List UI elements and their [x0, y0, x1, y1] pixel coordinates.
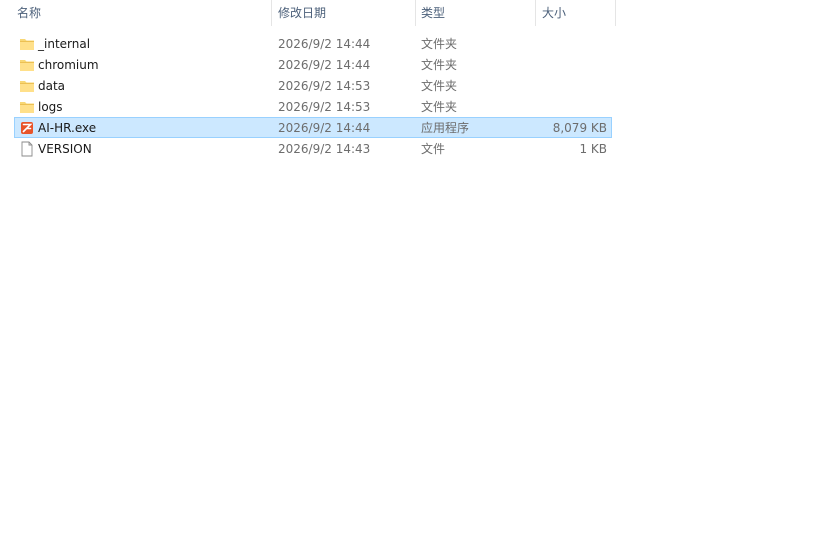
file-name: _internal — [38, 37, 91, 51]
file-type: 文件夹 — [421, 37, 458, 51]
file-type: 文件夹 — [421, 58, 458, 72]
file-list: _internal 2026/9/2 14:44 文件夹 chromium 20… — [14, 33, 612, 159]
column-header-name[interactable]: 名称 — [11, 0, 271, 26]
file-row-version[interactable]: VERSION 2026/9/2 14:43 文件 1 KB — [14, 138, 612, 159]
file-row-logs[interactable]: logs 2026/9/2 14:53 文件夹 — [14, 96, 612, 117]
column-header-bar: ^ 名称 修改日期 类型 大小 — [0, 0, 616, 26]
file-modified-date: 2026/9/2 14:44 — [278, 58, 371, 72]
column-header-type[interactable]: 类型 — [415, 0, 536, 26]
file-size: 1 KB — [579, 142, 607, 156]
file-size: 8,079 KB — [552, 121, 607, 135]
file-name: AI-HR.exe — [38, 121, 97, 135]
folder-icon — [18, 35, 36, 53]
folder-icon — [18, 77, 36, 95]
file-name: logs — [38, 100, 63, 114]
file-name: data — [38, 79, 66, 93]
file-row-ai-hr-exe[interactable]: AI-HR.exe 2026/9/2 14:44 应用程序 8,079 KB — [14, 117, 612, 138]
column-header-date[interactable]: 修改日期 — [272, 0, 415, 26]
column-divider[interactable] — [615, 0, 616, 26]
file-type: 文件夹 — [421, 100, 458, 114]
file-modified-date: 2026/9/2 14:53 — [278, 100, 371, 114]
file-modified-date: 2026/9/2 14:44 — [278, 37, 371, 51]
file-modified-date: 2026/9/2 14:53 — [278, 79, 371, 93]
column-header-size[interactable]: 大小 — [536, 0, 616, 26]
file-icon — [18, 140, 36, 158]
file-row-chromium[interactable]: chromium 2026/9/2 14:44 文件夹 — [14, 54, 612, 75]
folder-icon — [18, 56, 36, 74]
file-type: 应用程序 — [421, 121, 470, 135]
file-explorer: ^ 名称 修改日期 类型 大小 _internal 2026/9/2 14:44… — [0, 0, 835, 543]
file-modified-date: 2026/9/2 14:44 — [278, 121, 371, 135]
file-row-data[interactable]: data 2026/9/2 14:53 文件夹 — [14, 75, 612, 96]
folder-icon — [18, 98, 36, 116]
app-icon — [18, 119, 36, 137]
file-row-internal[interactable]: _internal 2026/9/2 14:44 文件夹 — [14, 33, 612, 54]
file-name: chromium — [38, 58, 99, 72]
file-name: VERSION — [38, 142, 92, 156]
file-type: 文件夹 — [421, 79, 458, 93]
file-modified-date: 2026/9/2 14:43 — [278, 142, 371, 156]
file-type: 文件 — [421, 142, 446, 156]
